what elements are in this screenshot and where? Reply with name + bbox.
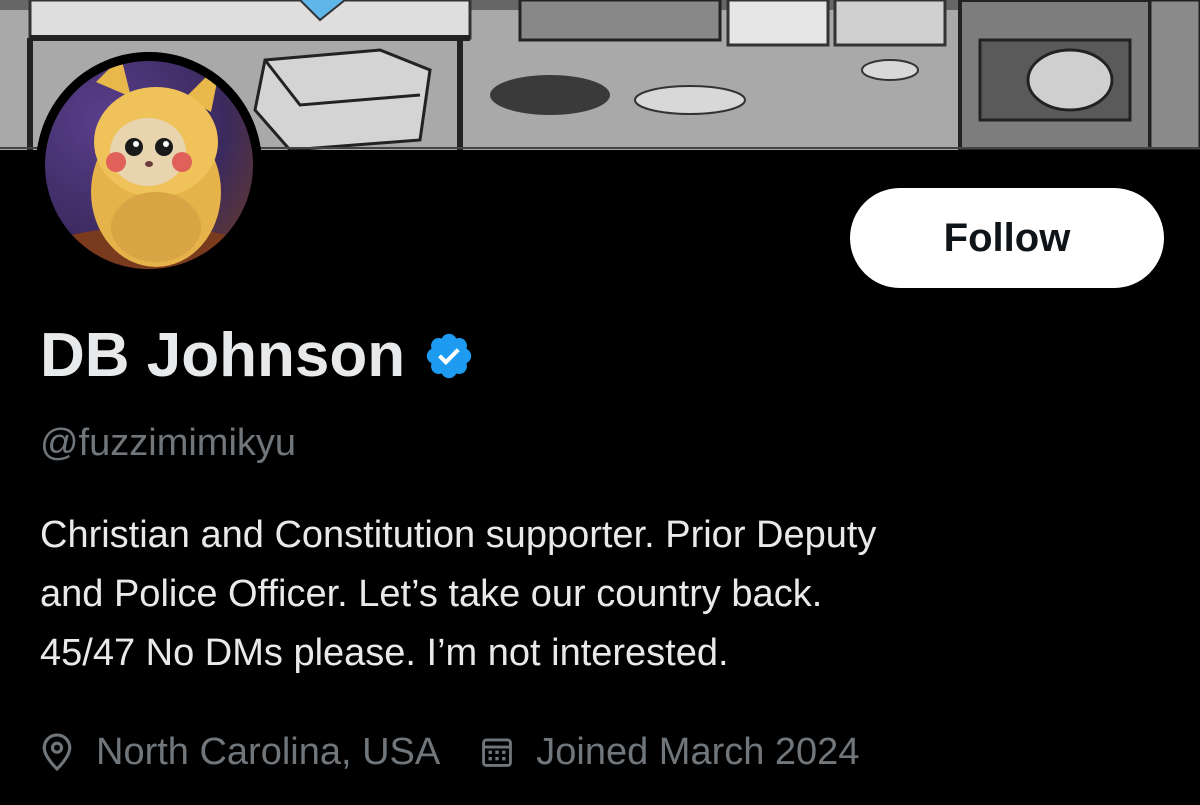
location-text: North Carolina, USA	[96, 731, 441, 773]
follow-button[interactable]: Follow	[850, 188, 1164, 288]
avatar[interactable]	[36, 52, 262, 278]
location-pin-icon	[42, 733, 72, 772]
joined-item: Joined March 2024	[480, 722, 859, 782]
calendar-icon	[482, 738, 513, 767]
bio-line: and Police Officer. Let’s take our count…	[40, 573, 823, 615]
profile-handle: @fuzzimimikyu	[40, 422, 297, 464]
profile-bio: Christian and Constitution supporter. Pr…	[40, 506, 1170, 683]
joined-text: Joined March 2024	[536, 731, 860, 773]
bio-line: 45/47 No DMs please. I’m not interested.	[40, 632, 729, 674]
profile-name-row: DB Johnson	[40, 316, 475, 396]
display-name: DB Johnson	[40, 321, 406, 390]
verified-badge-icon[interactable]	[423, 330, 475, 382]
profile-meta: North Carolina, USA Joined March 2024	[40, 722, 859, 782]
location-item: North Carolina, USA	[40, 722, 440, 782]
bio-line: Christian and Constitution supporter. Pr…	[40, 514, 877, 556]
